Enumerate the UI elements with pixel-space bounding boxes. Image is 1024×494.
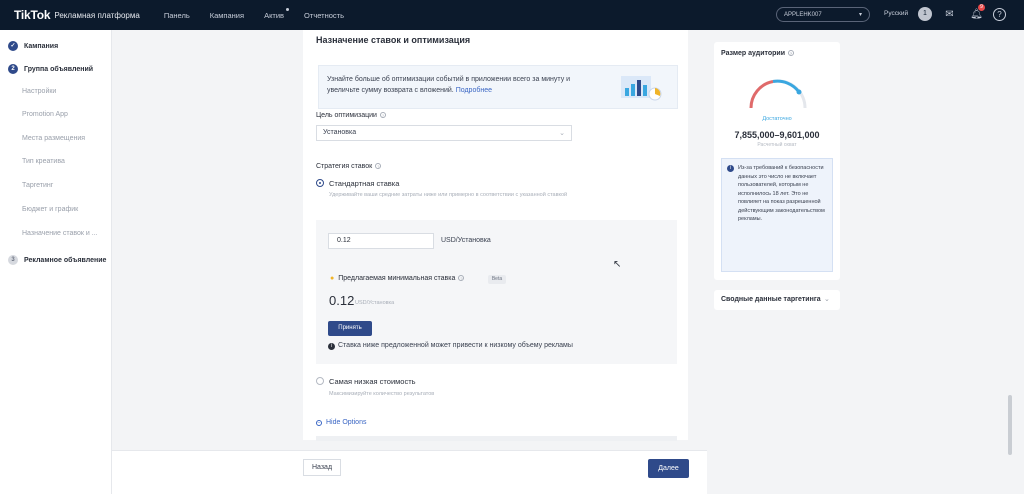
page-scrollbar[interactable] xyxy=(1008,395,1012,455)
collapse-icon: − xyxy=(316,420,322,426)
targeting-summary[interactable]: Сводные данные таргетинга ⌄ xyxy=(714,290,840,310)
audience-range: 7,855,000–9,601,000 xyxy=(734,130,820,140)
suggested-bid-label: ● Предлагаемая минимальная ставка? xyxy=(330,275,465,282)
step-number: 3 xyxy=(8,255,18,265)
help-icon[interactable]: ? xyxy=(788,50,795,57)
sub-step-targeting[interactable]: Таргетинг xyxy=(22,182,53,189)
standard-bid-label: Стандартная ставка xyxy=(329,179,400,188)
help-icon[interactable]: ? xyxy=(993,8,1006,21)
dropdown-dot-icon xyxy=(286,7,290,11)
targeting-summary-title: Сводные данные таргетинга xyxy=(721,296,821,303)
lightbulb-icon: ● xyxy=(330,275,335,282)
help-icon[interactable]: ? xyxy=(458,275,465,282)
top-navbar: TikTok Рекламная платформа Панель Кампан… xyxy=(0,0,1024,30)
footer-bar xyxy=(112,450,707,494)
audience-title: Размер аудитории? xyxy=(721,50,795,57)
step-ad-group[interactable]: 2 Группа объявлений xyxy=(8,64,93,74)
sub-step-placements[interactable]: Места размещения xyxy=(22,135,85,142)
step-label: Группа объявлений xyxy=(24,65,94,73)
beta-badge: Beta xyxy=(488,275,506,284)
audience-note-text: Из-за требований к безопасности данных э… xyxy=(738,165,825,222)
chevron-down-icon: ⌄ xyxy=(824,296,830,303)
sub-step-settings[interactable]: Настройки xyxy=(22,88,56,95)
info-banner-text: Узнайте больше об оптимизации событий в … xyxy=(327,74,577,96)
avatar[interactable]: 1 xyxy=(918,7,932,21)
help-icon[interactable]: ? xyxy=(375,163,382,170)
sub-step-creative-type[interactable]: Тип креатива xyxy=(22,158,65,165)
language-selector[interactable]: Русский xyxy=(884,10,908,17)
section-title: Назначение ставок и оптимизация xyxy=(316,35,471,45)
sub-step-budget[interactable]: Бюджет и график xyxy=(22,206,78,213)
step-campaign[interactable]: ✓ Кампания xyxy=(8,41,58,51)
platform-name: Рекламная платформа xyxy=(54,10,140,20)
bid-warning: i Ставка ниже предложенной может привести… xyxy=(328,342,573,350)
chart-illustration-icon xyxy=(621,76,662,101)
audience-title-text: Размер аудитории xyxy=(721,50,786,57)
learn-more-link[interactable]: Подробнее xyxy=(456,87,492,94)
nav-assets-label: Актив xyxy=(264,10,285,20)
strategy-label-text: Стратегия ставок xyxy=(316,163,373,170)
apply-button[interactable]: Принять xyxy=(328,321,372,336)
bid-input[interactable]: 0.12 xyxy=(328,233,434,249)
sub-step-promotion-app[interactable]: Promotion App xyxy=(22,111,68,118)
hide-options-link[interactable]: − Hide Options xyxy=(316,419,366,426)
audience-gauge-icon xyxy=(749,79,807,109)
gauge-status: Достаточно xyxy=(762,116,792,122)
warning-text: Ставка ниже предложенной может привести … xyxy=(338,342,573,349)
standard-bid-radio[interactable] xyxy=(316,179,324,187)
notification-badge: 9 xyxy=(978,4,985,11)
suggested-bid-text: Предлагаемая минимальная ставка xyxy=(338,275,456,282)
info-icon: i xyxy=(328,343,335,350)
back-button[interactable]: Назад xyxy=(303,459,341,476)
main-nav: Панель Кампания Актив Отчетность xyxy=(164,7,344,20)
nav-assets[interactable]: Актив xyxy=(264,7,290,20)
audience-note: i Из-за требований к безопасности данных… xyxy=(721,158,833,272)
goal-value: Установка xyxy=(323,129,357,136)
goal-label: Цель оптимизации? xyxy=(316,112,386,119)
next-button[interactable]: Далее xyxy=(648,459,689,478)
optimization-goal-select[interactable]: Установка ⌄ xyxy=(316,125,572,141)
step-label: Кампания xyxy=(24,42,59,50)
nav-reporting[interactable]: Отчетность xyxy=(304,11,344,20)
help-icon[interactable]: ? xyxy=(379,112,386,119)
tiktok-logo[interactable]: TikTok xyxy=(14,8,51,22)
sub-step-bidding[interactable]: Назначение ставок и ... xyxy=(22,230,98,237)
lowest-cost-description: Максимизируйте количество результатов xyxy=(329,391,435,397)
lowest-cost-label: Самая низкая стоимость xyxy=(329,377,416,386)
step-number: 2 xyxy=(8,64,18,74)
check-icon: ✓ xyxy=(8,41,18,51)
info-icon: i xyxy=(727,165,734,172)
suggested-bid-unit: USD/Установка xyxy=(355,300,395,306)
info-text: Узнайте больше об оптимизации событий в … xyxy=(327,76,571,94)
chevron-down-icon: ⌄ xyxy=(559,130,565,137)
mouse-cursor-icon: ↖ xyxy=(613,259,622,270)
nav-dashboard[interactable]: Панель xyxy=(164,11,190,20)
nav-campaign[interactable]: Кампания xyxy=(210,11,244,20)
bid-unit: USD/Установка xyxy=(441,237,491,244)
info-banner: Узнайте больше об оптимизации событий в … xyxy=(318,65,678,109)
suggested-bid-value: 0.12 xyxy=(329,293,355,308)
account-selector[interactable]: APPLEHK007 ▾ xyxy=(776,7,870,22)
strategy-label: Стратегия ставок? xyxy=(316,163,382,170)
step-ad[interactable]: 3 Рекламное объявление xyxy=(8,255,106,265)
collapsed-section xyxy=(316,436,677,441)
step-label: Рекламное объявление xyxy=(24,256,107,264)
account-name: APPLEHK007 xyxy=(784,11,822,18)
steps-sidebar: ✓ Кампания 2 Группа объявлений Настройки… xyxy=(0,30,112,494)
standard-bid-description: Удерживайте ваши средние затраты ниже ил… xyxy=(329,192,568,198)
hide-options-text: Hide Options xyxy=(326,419,367,426)
lowest-cost-radio[interactable] xyxy=(316,377,324,385)
chevron-down-icon: ▾ xyxy=(858,12,862,18)
audience-size-card: Размер аудитории? Достаточно 7,855,000–9… xyxy=(714,42,840,280)
inbox-icon[interactable]: ✉ xyxy=(943,8,956,21)
audience-sub: Расчетный охват xyxy=(757,142,797,148)
goal-label-text: Цель оптимизации xyxy=(316,112,377,119)
